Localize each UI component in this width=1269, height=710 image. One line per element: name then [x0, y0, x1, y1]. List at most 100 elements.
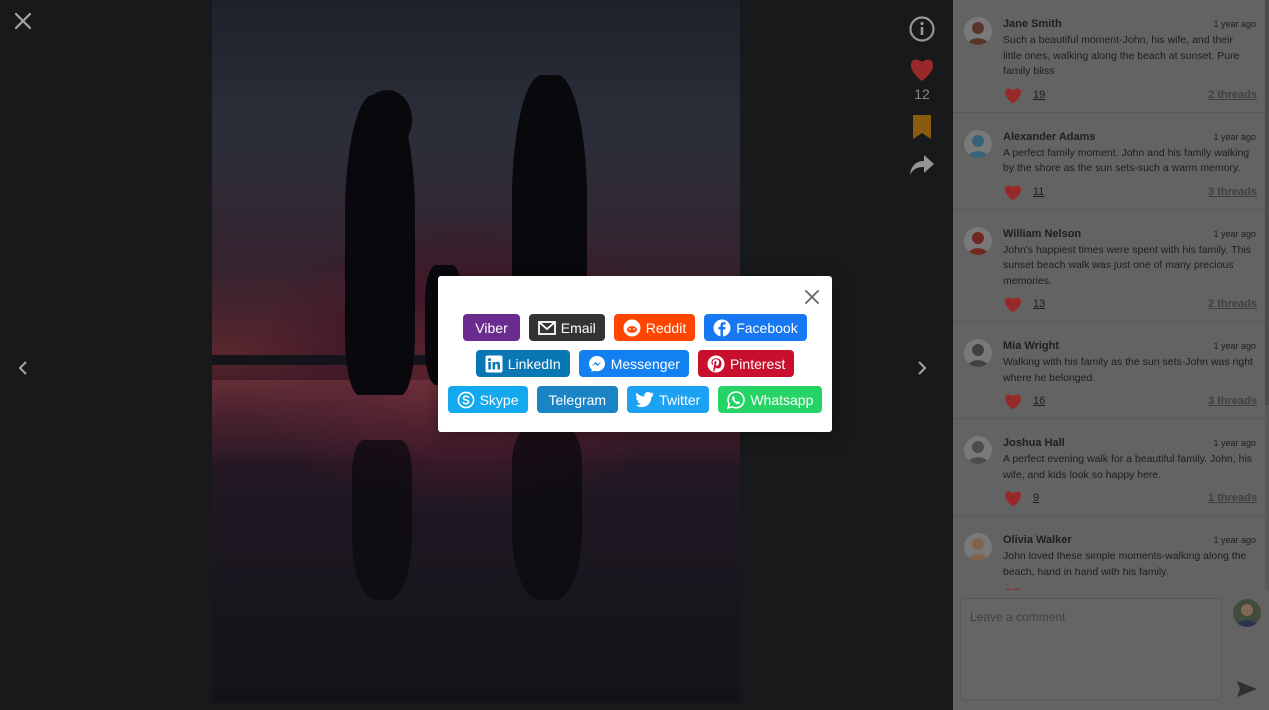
comment-threads-link[interactable]: 3 threads — [1208, 395, 1257, 407]
comment-like-count[interactable]: 19 — [1033, 89, 1045, 101]
share-messenger-button[interactable]: Messenger — [578, 350, 689, 377]
comment-heart-icon[interactable] — [1003, 295, 1023, 313]
share-button[interactable] — [907, 150, 937, 180]
share-reddit-button[interactable]: Reddit — [613, 314, 696, 341]
commenter-name[interactable]: Jane Smith — [1003, 18, 1062, 30]
share-arrow-icon — [910, 155, 934, 175]
comment-like-count[interactable]: 13 — [1033, 298, 1045, 310]
current-user-avatar — [1233, 599, 1261, 627]
share-modal: Viber Email Reddit Facebook LinkedIn Messenge… — [438, 276, 832, 432]
comment-heart-icon[interactable] — [1003, 183, 1023, 201]
share-facebook-button[interactable]: Facebook — [704, 314, 807, 341]
comment-item: Mia Wright 1 year ago Walking with his fam… — [953, 322, 1267, 419]
comment-item: Joshua Hall 1 year ago A perfect evening w… — [953, 419, 1267, 516]
pinterest-icon — [707, 355, 725, 373]
like-button[interactable] — [907, 54, 937, 84]
share-button-label: Whatsapp — [750, 391, 814, 408]
share-button-label: Twitter — [659, 391, 701, 408]
next-arrow-icon[interactable] — [912, 358, 932, 378]
twitter-icon — [636, 391, 654, 409]
scrollbar-track[interactable] — [1265, 0, 1269, 590]
whatsapp-icon — [727, 390, 746, 409]
comment-text: Such a beautiful moment-John, his wife, … — [1003, 34, 1240, 77]
comment-text: Walking with his family as the sun sets-… — [1003, 356, 1253, 384]
heart-icon — [910, 59, 934, 81]
info-button[interactable] — [907, 14, 937, 44]
share-button-label: Reddit — [645, 319, 687, 336]
comment-threads-link[interactable]: 2 threads — [1208, 89, 1257, 101]
skype-icon — [457, 391, 475, 409]
commenter-name[interactable]: Joshua Hall — [1003, 437, 1065, 449]
comments-list[interactable]: Jane Smith 1 year ago Such a beautiful mom… — [953, 0, 1267, 590]
previous-arrow-icon[interactable] — [13, 358, 33, 378]
share-email-button[interactable]: Email — [528, 314, 605, 341]
commenter-name[interactable]: Olivia Walker — [1003, 534, 1072, 546]
scrollbar-thumb[interactable] — [1265, 0, 1269, 405]
share-skype-button[interactable]: Skype — [447, 386, 528, 413]
close-share-icon[interactable] — [804, 289, 820, 305]
commenter-avatar[interactable] — [964, 226, 992, 255]
share-whatsapp-button[interactable]: Whatsapp — [718, 386, 823, 413]
comment-item: Alexander Adams 1 year ago A perfect famil… — [953, 113, 1267, 210]
share-button-label: Facebook — [736, 319, 798, 336]
commenter-avatar[interactable] — [964, 17, 992, 45]
share-button-label: LinkedIn — [507, 355, 561, 372]
comment-threads-link[interactable]: 2 threads — [1208, 298, 1257, 310]
reddit-icon — [623, 319, 641, 337]
bookmark-icon — [913, 115, 931, 139]
share-button-label: Pinterest — [729, 355, 786, 372]
comment-heart-icon[interactable] — [1003, 86, 1023, 104]
comment-heart-icon[interactable] — [1003, 392, 1023, 410]
comment-time: 1 year ago — [1213, 535, 1256, 545]
share-telegram-button[interactable]: Telegram — [536, 386, 619, 413]
photo-actions: 12 — [905, 14, 939, 180]
comment-text: A perfect family moment. John and his fa… — [1003, 146, 1250, 175]
share-button-label: Viber — [475, 319, 508, 336]
share-pinterest-button[interactable]: Pinterest — [697, 350, 795, 377]
share-twitter-button[interactable]: Twitter — [627, 386, 710, 413]
comment-like-count[interactable]: 11 — [1033, 186, 1044, 198]
messenger-icon — [588, 355, 606, 373]
comment-composer — [960, 598, 1222, 700]
comment-like-count[interactable]: 20 — [1033, 589, 1045, 590]
comment-like-count[interactable]: 9 — [1033, 492, 1039, 504]
commenter-name[interactable]: Mia Wright — [1003, 340, 1059, 352]
comment-heart-icon[interactable] — [1003, 489, 1023, 507]
comment-time: 1 year ago — [1213, 341, 1256, 351]
comment-item: Jane Smith 1 year ago Such a beautiful mom… — [953, 0, 1267, 113]
comment-time: 1 year ago — [1213, 131, 1256, 142]
commenter-avatar[interactable] — [964, 129, 992, 158]
comment-text: John's happiest times were spent with hi… — [1003, 243, 1251, 287]
share-linkedin-button[interactable]: LinkedIn — [475, 350, 570, 377]
comment-threads-link[interactable]: 3 threads — [1208, 186, 1257, 198]
close-viewer-icon[interactable] — [12, 10, 34, 32]
comment-item: Olivia Walker 1 year ago John loved these … — [953, 516, 1267, 590]
comment-item: William Nelson 1 year ago John's happiest … — [953, 210, 1267, 322]
comment-text: A perfect evening walk for a beautiful f… — [1003, 453, 1253, 481]
comment-threads-link[interactable]: 1 threads — [1208, 492, 1257, 504]
commenter-name[interactable]: William Nelson — [1003, 228, 1081, 240]
info-icon — [909, 16, 935, 42]
facebook-icon — [713, 319, 731, 337]
comment-heart-icon[interactable] — [1003, 586, 1023, 590]
commenter-avatar[interactable] — [964, 436, 992, 464]
share-button-label: Skype — [479, 391, 519, 408]
send-icon[interactable] — [1236, 680, 1258, 698]
like-count: 12 — [914, 86, 930, 102]
comment-time: 1 year ago — [1213, 228, 1256, 239]
comment-input[interactable] — [970, 610, 1212, 690]
comment-time: 1 year ago — [1213, 438, 1256, 448]
commenter-name[interactable]: Alexander Adams — [1003, 131, 1096, 143]
share-row: LinkedIn Messenger Pinterest — [438, 350, 832, 377]
share-viber-button[interactable]: Viber — [463, 314, 520, 341]
comment-like-count[interactable]: 16 — [1033, 395, 1045, 407]
share-button-label: Email — [560, 319, 596, 336]
comment-time: 1 year ago — [1213, 19, 1256, 29]
bookmark-button[interactable] — [907, 112, 937, 142]
email-icon — [537, 319, 556, 337]
commenter-avatar[interactable] — [964, 339, 992, 367]
commenter-avatar[interactable] — [964, 533, 992, 561]
comment-threads-link[interactable]: 2 threads — [1208, 589, 1257, 590]
share-row: Skype Telegram Twitter Whatsapp — [438, 386, 832, 413]
comment-text: John loved these simple moments-walking … — [1003, 550, 1247, 578]
